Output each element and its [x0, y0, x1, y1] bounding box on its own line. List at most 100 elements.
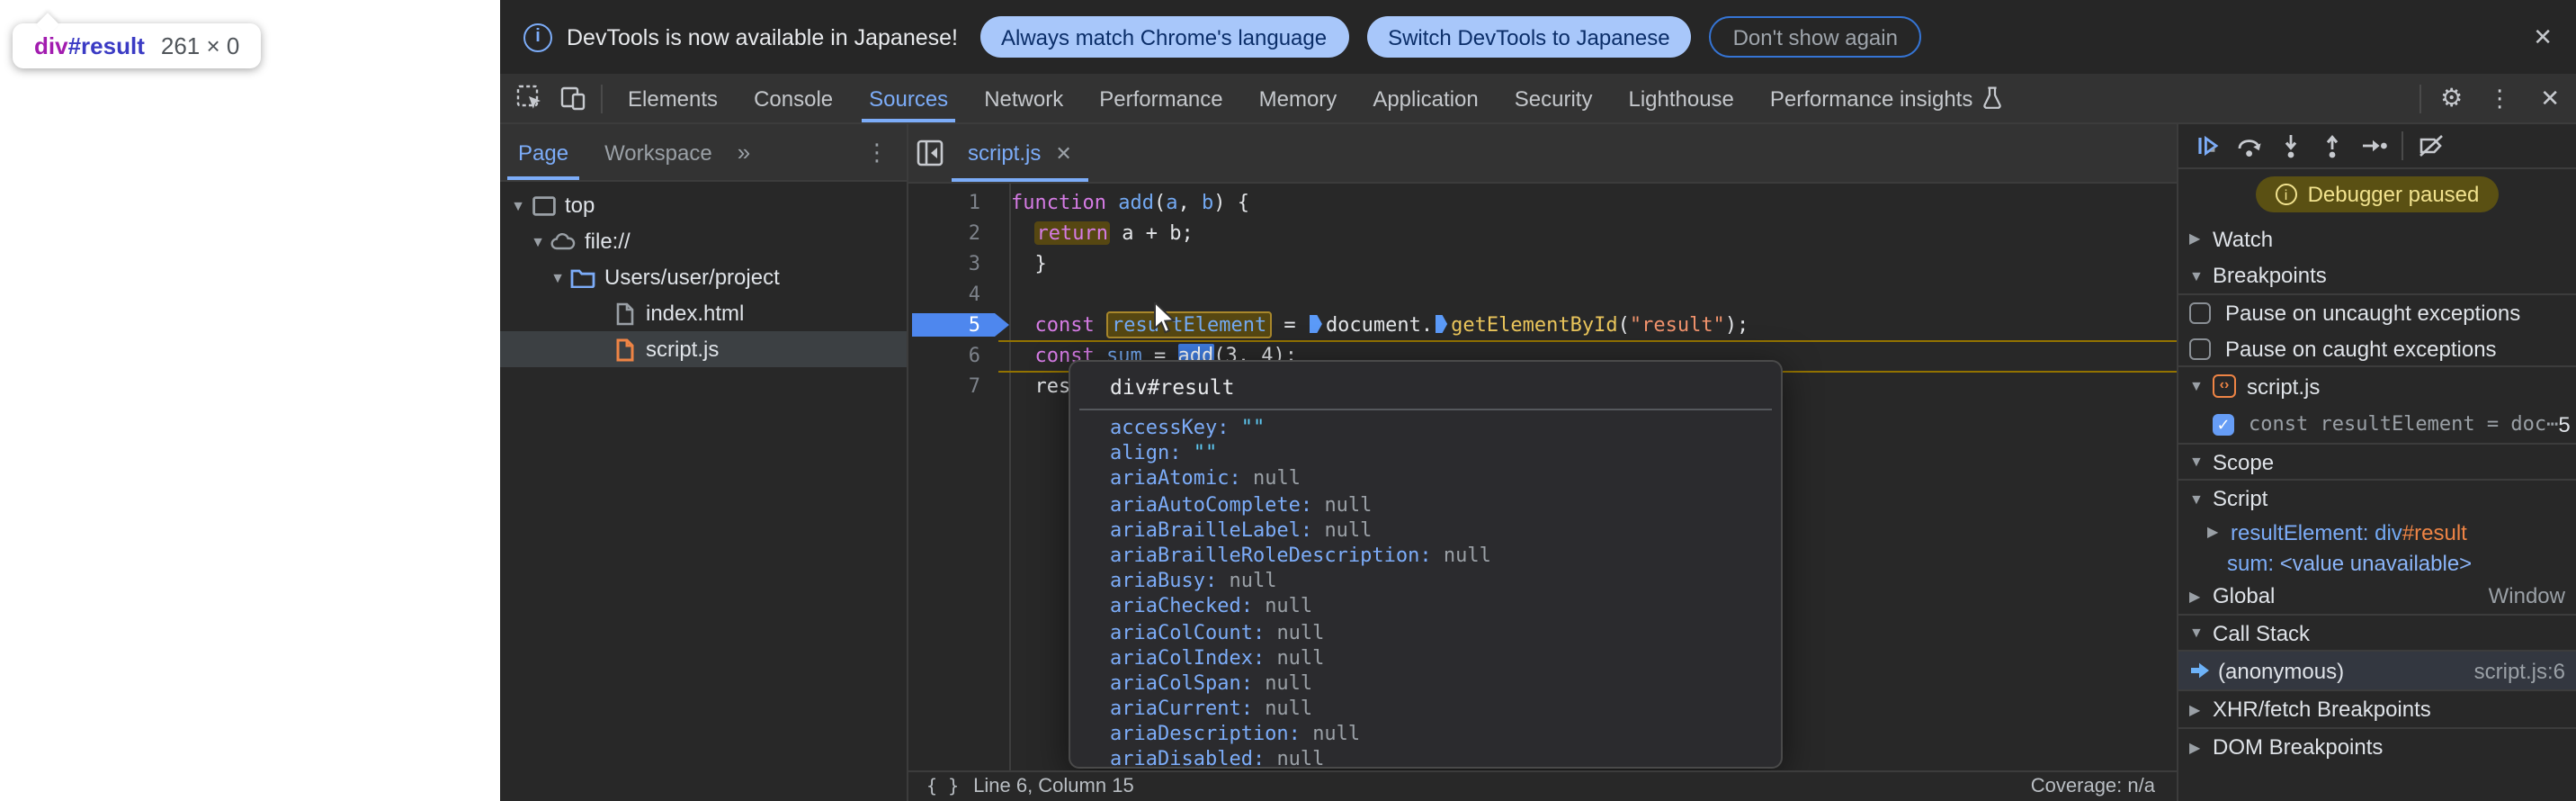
more-options-icon[interactable]: ⋮ [2475, 84, 2524, 112]
editor-tabstrip: script.js ✕ [908, 124, 2177, 184]
call-stack-label: Call Stack [2213, 620, 2310, 645]
section-watch[interactable]: ▶ Watch [2178, 220, 2576, 257]
tab-security[interactable]: Security [1497, 74, 1611, 122]
code-token: , [1177, 191, 1202, 214]
property-value: null [1265, 595, 1312, 618]
section-dom-breakpoints[interactable]: ▶ DOM Breakpoints [2178, 727, 2576, 765]
property-value: null [1444, 544, 1491, 567]
step-into-button[interactable] [2270, 125, 2312, 166]
tab-console[interactable]: Console [736, 74, 851, 122]
step-button[interactable] [2353, 125, 2394, 166]
tab-performance[interactable]: Performance [1081, 74, 1240, 122]
inspected-page: div#result261 × 0 [0, 0, 500, 801]
pause-caught-checkbox[interactable] [2189, 338, 2211, 359]
section-breakpoints[interactable]: ▼ Breakpoints [2178, 257, 2576, 295]
device-toolbar-icon[interactable] [550, 76, 594, 120]
deactivate-breakpoints-button[interactable] [2411, 125, 2452, 166]
match-chrome-language-button[interactable]: Always match Chrome's language [979, 16, 1348, 58]
pause-caught-label: Pause on caught exceptions [2225, 336, 2497, 361]
tree-item-label: top [565, 193, 595, 218]
tab-performance-insights[interactable]: Performance insights [1752, 74, 2019, 122]
section-scope[interactable]: ▼ Scope [2178, 443, 2576, 481]
devtools-tabbar: ElementsConsoleSources Network Performance… [500, 74, 2576, 124]
breakpoint-entry[interactable]: ✓ const resultElement = doc⋯ 5 [2178, 405, 2576, 443]
scope-global-label: Global [2213, 583, 2275, 608]
scope-var-sum[interactable]: sum: <value unavailable> [2178, 547, 2576, 578]
breakpoints-label: Breakpoints [2213, 263, 2327, 288]
tab-lighthouse[interactable]: Lighthouse [1610, 74, 1751, 122]
tab-page[interactable]: Page [500, 124, 586, 180]
tree-item-top[interactable]: ▼ top [500, 187, 907, 223]
tree-item-users-user-project[interactable]: ▼Users/user/project [500, 259, 907, 295]
tab-close-icon[interactable]: ✕ [1055, 141, 1071, 165]
tab-workspace[interactable]: Workspace [586, 124, 730, 180]
line-number[interactable]: 5 [908, 310, 980, 340]
pause-uncaught-label: Pause on uncaught exceptions [2225, 301, 2520, 326]
property-name: ariaColCount: [1110, 620, 1276, 644]
code-line-5[interactable]: 5 const resultElement = document.getElem… [908, 310, 2177, 340]
dont-show-again-button[interactable]: Don't show again [1710, 16, 1921, 58]
toolbar-separator [2419, 84, 2420, 112]
expand-arrow-icon[interactable]: ▼ [507, 197, 529, 213]
inline-breakpoint-marker-icon[interactable] [1310, 315, 1322, 333]
line-number[interactable]: 3 [908, 248, 980, 279]
property-value: null [1276, 645, 1324, 669]
pretty-print-icon[interactable]: { } [926, 777, 959, 796]
var-name: sum [2227, 550, 2267, 575]
expand-arrow-icon[interactable]: ▼ [527, 233, 549, 249]
line-number[interactable]: 7 [908, 371, 980, 401]
tree-item-script-js[interactable]: script.js [500, 331, 907, 367]
tab-network[interactable]: Network [966, 74, 1081, 122]
editor-tab-label: script.js [968, 140, 1041, 166]
switch-devtools-japanese-button[interactable]: Switch DevTools to Japanese [1366, 16, 1692, 58]
tab-memory[interactable]: Memory [1241, 74, 1355, 122]
line-number[interactable]: 2 [908, 218, 980, 248]
code-editor[interactable]: 1function add(a, b) {2 return a + b;3 }4… [908, 184, 2177, 770]
breakpoint-group[interactable]: ▼ ‹› script.js [2178, 367, 2576, 405]
resume-button[interactable] [2187, 125, 2229, 166]
section-call-stack[interactable]: ▼ Call Stack [2178, 614, 2576, 652]
section-xhr-breakpoints[interactable]: ▶ XHR/fetch Breakpoints [2178, 689, 2576, 727]
mouse-cursor [1153, 302, 1176, 340]
expand-arrow-icon[interactable]: ▼ [547, 269, 568, 285]
step-over-button[interactable] [2229, 125, 2270, 166]
scope-script[interactable]: ▼ Script [2178, 481, 2576, 517]
tab-label: Performance [1099, 86, 1222, 111]
navigator-menu-icon[interactable]: ⋮ [865, 138, 889, 166]
toggle-navigator-icon[interactable] [908, 131, 952, 175]
code-line-4[interactable]: 4 [908, 279, 2177, 310]
devtools-screenshot: div#result261 × 0 i DevTools is now avai… [0, 0, 2576, 801]
tabbar-right-controls: ⚙ ⋮ ✕ [2411, 83, 2576, 113]
breakpoint-checkbox[interactable]: ✓ [2213, 413, 2234, 435]
scope-var-resultelement[interactable]: ▶ resultElement: div#result [2178, 517, 2576, 547]
tab-elements[interactable]: Elements [610, 74, 736, 122]
code-line-2[interactable]: 2 return a + b; [908, 218, 2177, 248]
line-number[interactable]: 4 [908, 279, 980, 310]
line-number[interactable]: 1 [908, 187, 980, 218]
code-token: ( [1618, 313, 1630, 337]
inspect-element-icon[interactable] [507, 76, 550, 120]
tab-label: Network [984, 86, 1063, 111]
pause-caught-row[interactable]: Pause on caught exceptions [2178, 331, 2576, 367]
editor-tab-scriptjs[interactable]: script.js ✕ [952, 124, 1088, 182]
line-number[interactable]: 6 [908, 340, 980, 371]
call-stack-frame[interactable]: (anonymous) script.js:6 [2178, 652, 2576, 689]
code-line-1[interactable]: 1function add(a, b) { [908, 187, 2177, 218]
settings-gear-icon[interactable]: ⚙ [2428, 83, 2475, 113]
tree-item-index-html[interactable]: index.html [500, 295, 907, 331]
inline-breakpoint-marker-icon[interactable] [1435, 315, 1447, 333]
code-line-3[interactable]: 3 } [908, 248, 2177, 279]
close-devtools-icon[interactable]: ✕ [2524, 84, 2576, 112]
tab-application[interactable]: Application [1355, 74, 1496, 122]
tree-item-file-[interactable]: ▼file:// [500, 223, 907, 259]
popup-property-ariaAutoComplete: ariaAutoComplete: null [1070, 492, 1781, 518]
pause-uncaught-checkbox[interactable] [2189, 302, 2211, 324]
scope-global[interactable]: ▶ Global Window [2178, 578, 2576, 614]
pause-uncaught-row[interactable]: Pause on uncaught exceptions [2178, 295, 2576, 331]
frame-icon [531, 193, 556, 218]
infobar-close-icon[interactable]: ✕ [2533, 22, 2553, 51]
file-orange-icon [612, 337, 637, 362]
tab-sources[interactable]: Sources [851, 74, 966, 122]
more-tabs-icon[interactable]: » [738, 139, 750, 166]
step-out-button[interactable] [2312, 125, 2353, 166]
